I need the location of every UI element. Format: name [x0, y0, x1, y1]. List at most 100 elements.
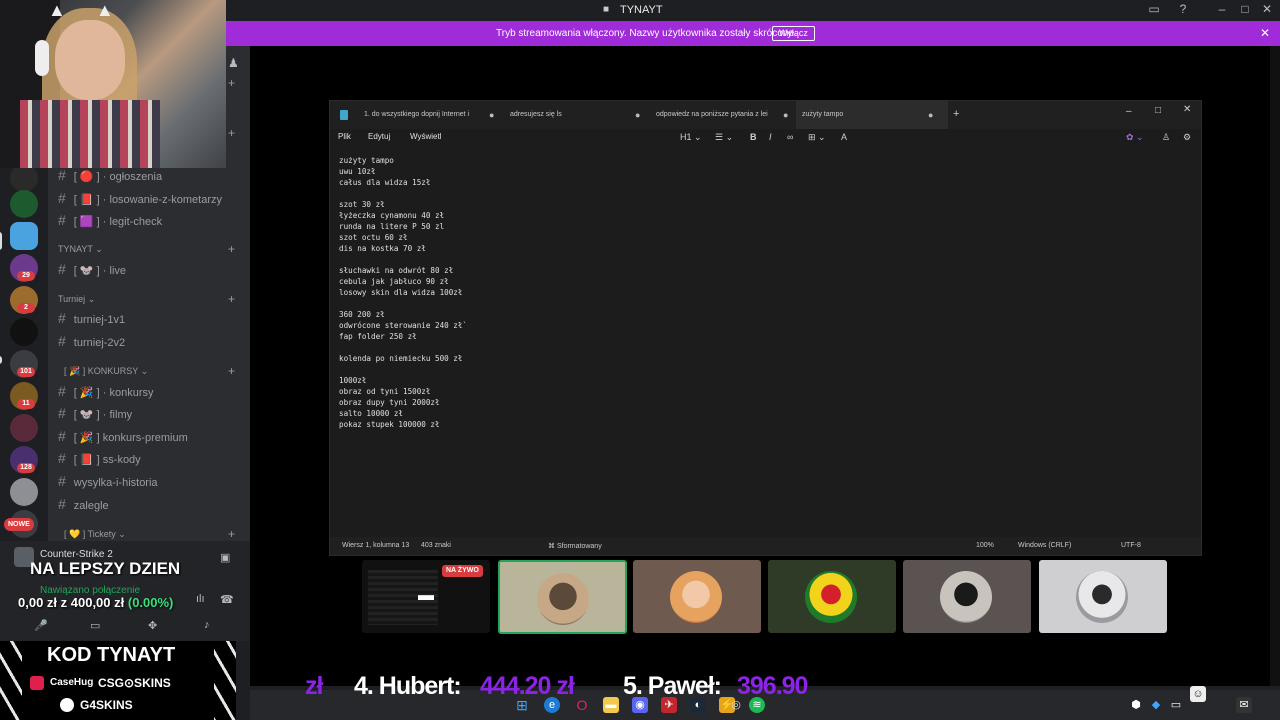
notepad-tab[interactable]: adresujesz się ls ●: [510, 101, 645, 129]
server-icon-active[interactable]: [10, 222, 38, 250]
link-icon[interactable]: ∞: [787, 132, 793, 142]
maximize-icon[interactable]: □: [1237, 2, 1253, 16]
help-icon[interactable]: ?: [1175, 2, 1191, 16]
channel-ogloszenia[interactable]: #[ 🔴 ] · ogłoszenia: [58, 167, 162, 183]
bold-icon[interactable]: B: [750, 132, 757, 142]
format-status[interactable]: ⌘ Sformatowany: [548, 542, 602, 550]
clear-format-icon[interactable]: A: [841, 132, 847, 142]
add-channel-icon[interactable]: +: [228, 242, 235, 256]
channel-konkurs-premium[interactable]: #[ 🎉 ] konkurs-premium: [58, 428, 188, 444]
notepad-tab[interactable]: 1. do wszystkiego dopnij Internet i ●: [364, 101, 504, 129]
user-avatar: [940, 571, 992, 623]
add-channel-icon[interactable]: +: [228, 292, 235, 306]
heading-dropdown[interactable]: H1 ⌄: [680, 132, 702, 143]
close-icon[interactable]: ✕: [1183, 104, 1191, 115]
maximize-icon[interactable]: □: [1155, 105, 1161, 116]
chevron-down-icon: ⌄: [140, 366, 149, 376]
stream-tile-screen[interactable]: NA ŻYWO ▬: [362, 560, 490, 633]
sponsor-g4skins: G4SKINS: [80, 698, 133, 712]
hash-icon: #: [58, 167, 66, 183]
close-window-icon[interactable]: ✕: [1259, 2, 1275, 16]
hash-icon: #: [58, 473, 66, 489]
inbox-icon[interactable]: ▭: [1146, 2, 1162, 16]
screen-share-icon[interactable]: ▭: [90, 619, 100, 632]
disable-streamer-mode-button[interactable]: Wyłącz: [772, 26, 815, 41]
ticker-lead: zł: [305, 672, 323, 700]
notepad-tab[interactable]: odpowiedz na poniższe pytania z lei ●: [656, 101, 794, 129]
donation-goal: 0,00 zł z 400,00 zł (0.00%): [18, 595, 174, 610]
server-icon[interactable]: [10, 478, 38, 506]
server-icon[interactable]: [10, 164, 38, 192]
add-channel-icon[interactable]: +: [228, 126, 235, 140]
stream-tile-user[interactable]: [498, 560, 627, 634]
channel-wysylka[interactable]: # wysylka-i-historia: [58, 473, 158, 489]
casehug-logo: [30, 676, 44, 690]
line-ending: Windows (CRLF): [1018, 542, 1072, 549]
add-channel-icon[interactable]: +: [228, 527, 235, 541]
menu-file[interactable]: Plik: [338, 132, 351, 141]
channel-filmy[interactable]: #[ 🐭 ] · filmy: [58, 405, 132, 421]
stream-tile-user[interactable]: [1039, 560, 1167, 633]
user-avatar: [1076, 571, 1128, 623]
soundboard-icon[interactable]: ♪: [204, 619, 210, 631]
notepad-menubar: Plik Edytuj Wyświetl H1 ⌄ ☰ ⌄ B I ∞ ⊞ ⌄ …: [330, 129, 1201, 149]
add-channel-icon[interactable]: +: [228, 364, 235, 378]
italic-icon[interactable]: I: [769, 132, 772, 142]
add-friend-icon[interactable]: ♟: [228, 56, 239, 70]
new-tab-icon[interactable]: +: [953, 108, 959, 120]
stream-tile-user[interactable]: [768, 560, 896, 633]
channel-zalegle[interactable]: # zalegle: [58, 496, 109, 512]
channel-konkursy[interactable]: #[ 🎉 ] · konkursy: [58, 383, 154, 399]
add-channel-icon[interactable]: +: [228, 76, 235, 90]
mute-icon[interactable]: 🎤: [34, 619, 48, 632]
headset: [35, 40, 49, 76]
active-indicator: [0, 232, 2, 250]
channel-live[interactable]: #[ 🐭 ] · live: [58, 261, 126, 277]
table-icon[interactable]: ⊞ ⌄: [808, 132, 826, 143]
scrollbar[interactable]: [1270, 46, 1280, 686]
close-icon[interactable]: ✕: [1260, 26, 1270, 40]
ticker-value-4: 444.20 zł: [480, 672, 575, 700]
webcam-feed: ▲ ▲: [0, 0, 226, 168]
menu-view[interactable]: Wyświetl: [410, 132, 441, 141]
category-turniej[interactable]: Turniej ⌄: [58, 294, 95, 305]
category-tynayt[interactable]: TYNAYT ⌄: [58, 244, 103, 255]
activities-icon[interactable]: ✥: [148, 619, 157, 632]
markdown-icon: ⌘: [548, 543, 555, 550]
menu-edit[interactable]: Edytuj: [368, 132, 390, 141]
channel-ss-kody[interactable]: #[ 📕 ] ss-kody: [58, 450, 141, 466]
category-tickety[interactable]: [ 💛 ] Tickety ⌄: [64, 529, 126, 540]
signal-icon[interactable]: ılı: [196, 593, 205, 605]
hash-icon: #: [58, 383, 66, 399]
window-title: TYNAYT: [620, 4, 663, 16]
channel-turniej-1v1[interactable]: # turniej-1v1: [58, 310, 125, 326]
activity-icon[interactable]: ▣: [220, 551, 230, 564]
server-icon[interactable]: [10, 318, 38, 346]
settings-icon[interactable]: ⚙: [1183, 132, 1191, 143]
stream-tile-user[interactable]: [633, 560, 761, 633]
minimize-icon[interactable]: –: [1126, 106, 1132, 117]
new-badge[interactable]: NOWE: [4, 518, 34, 531]
streamer-face: [55, 20, 125, 100]
channel-losowanie[interactable]: #[ 📕 ] · losowanie-z-kometarzy: [58, 190, 222, 206]
unsaved-dot-icon: ●: [489, 110, 495, 120]
copilot-icon[interactable]: ✿ ⌄: [1126, 132, 1144, 143]
hash-icon: #: [58, 310, 66, 326]
channel-legit-check[interactable]: #[ 🟪 ] · legit-check: [58, 212, 162, 228]
list-icon[interactable]: ☰ ⌄: [715, 132, 733, 143]
account-icon[interactable]: ♙: [1162, 132, 1170, 143]
notepad-text[interactable]: zużyty tampo uwu 10zł całus dla widza 15…: [339, 155, 467, 430]
notepad-tab-active[interactable]: zużyty tampo ●: [796, 101, 948, 129]
cat-ears-icon: ▲ ▲: [48, 0, 114, 20]
notepad-statusbar: Wiersz 1, kolumna 13 403 znaki ⌘ Sformat…: [330, 537, 1201, 555]
unsaved-dot-icon: ●: [928, 110, 934, 120]
channel-turniej-2v2[interactable]: # turniej-2v2: [58, 333, 125, 349]
mention-badge: 101: [17, 367, 35, 377]
minimize-icon[interactable]: –: [1214, 2, 1230, 16]
encoding: UTF-8: [1121, 542, 1141, 549]
stream-tile-user[interactable]: [903, 560, 1031, 633]
disconnect-icon[interactable]: ☎: [220, 593, 234, 606]
category-konkursy[interactable]: [ 🎉 ] KONKURSY ⌄: [64, 366, 148, 377]
server-icon[interactable]: [10, 190, 38, 218]
server-icon[interactable]: [10, 414, 38, 442]
